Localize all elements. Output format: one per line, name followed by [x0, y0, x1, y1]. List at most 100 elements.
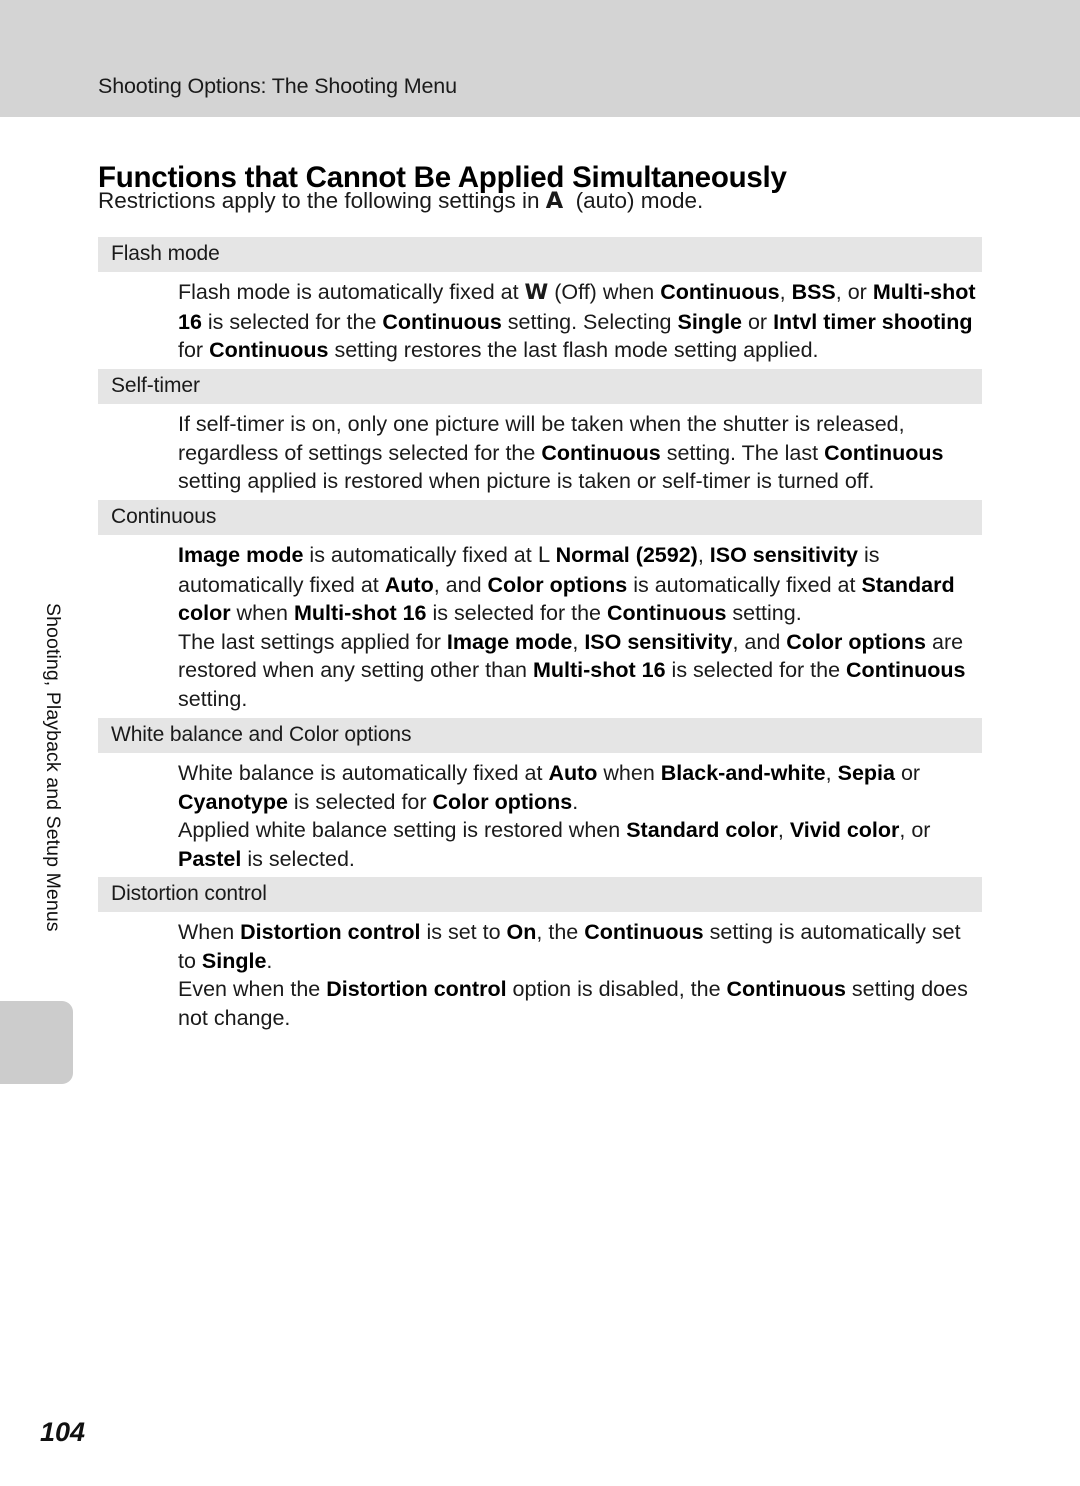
section-paragraph: Even when the Distortion control option … [178, 975, 982, 1032]
section-title-band: Self-timer [98, 369, 982, 404]
body-text: Even when the [178, 977, 326, 1001]
restriction-section: ContinuousImage mode is automatically fi… [98, 500, 982, 714]
section-body: If self-timer is on, only one picture wi… [98, 404, 982, 496]
restriction-section: Flash mode Flash mode is automatically fi… [98, 237, 982, 365]
body-text: setting. The last [661, 441, 824, 465]
body-text: setting restores the last flash mode set… [329, 338, 819, 362]
emphasis-term: Cyanotype [178, 790, 288, 814]
body-text: setting applied is restored when picture… [178, 469, 874, 493]
emphasis-term: Sepia [838, 761, 895, 785]
body-text: is selected for the [427, 601, 607, 625]
emphasis-term: Continuous [824, 441, 943, 465]
running-header-band: Shooting Options: The Shooting Menu [0, 0, 1080, 117]
emphasis-term: Vivid color [790, 818, 900, 842]
restriction-section: White balance and Color options White bal… [98, 718, 982, 873]
section-body: Image mode is automatically fixed at L N… [98, 535, 982, 714]
emphasis-term: Image mode [447, 630, 572, 654]
body-text: Applied white balance setting is restore… [178, 818, 626, 842]
emphasis-term: Continuous [541, 441, 660, 465]
restriction-section: Self-timer If self-timer is on, only one … [98, 369, 982, 496]
section-paragraph: White balance is automatically fixed at … [178, 759, 982, 816]
body-text: , or [899, 818, 930, 842]
body-text: is selected for [288, 790, 433, 814]
body-text: for [178, 338, 209, 362]
body-text: Flash mode is automatically fixed at [178, 280, 525, 304]
emphasis-term: On [507, 920, 537, 944]
body-text: is automatically fixed at [627, 573, 861, 597]
body-text: . [572, 790, 578, 814]
chapter-sidebar-label: Shooting, Playback and Setup Menus [30, 603, 64, 963]
body-text: , and [434, 573, 488, 597]
body-text: setting. [178, 687, 247, 711]
page-number: 104 [40, 1417, 85, 1448]
section-paragraph: When Distortion control is set to On, th… [178, 918, 982, 975]
emphasis-term: Color options [786, 630, 926, 654]
emphasis-term: BSS [792, 280, 836, 304]
section-title-band: Continuous [98, 500, 982, 535]
section-paragraph: If self-timer is on, only one picture wi… [178, 410, 982, 496]
intro-text-after: (auto) mode. [576, 188, 704, 213]
setting-symbol-icon: W [525, 280, 549, 305]
section-paragraph: Flash mode is automatically fixed at W (… [178, 278, 982, 365]
body-text: , the [536, 920, 584, 944]
emphasis-term: Continuous [584, 920, 703, 944]
setting-symbol-icon: L [538, 543, 550, 568]
section-body: Flash mode is automatically fixed at W (… [98, 272, 982, 365]
body-text: , [780, 280, 792, 304]
emphasis-term: Continuous [727, 977, 846, 1001]
emphasis-term: Distortion control [240, 920, 420, 944]
emphasis-term: Pastel [178, 847, 241, 871]
body-text: , [778, 818, 790, 842]
body-text: setting. Selecting [502, 310, 678, 334]
section-body: When Distortion control is set to On, th… [98, 912, 982, 1032]
emphasis-term: Continuous [382, 310, 501, 334]
body-text: when [231, 601, 294, 625]
section-title-band: Flash mode [98, 237, 982, 272]
chapter-thumb-tab [0, 1001, 73, 1084]
emphasis-term: ISO sensitivity [584, 630, 732, 654]
emphasis-term: Black-and-white [661, 761, 826, 785]
body-text: is selected for the [202, 310, 382, 334]
emphasis-term: Continuous [607, 601, 726, 625]
body-text: setting. [726, 601, 801, 625]
emphasis-term: Multi-shot 16 [294, 601, 427, 625]
emphasis-term: Image mode [178, 543, 303, 567]
emphasis-term: Single [677, 310, 742, 334]
emphasis-term: Color options [488, 573, 628, 597]
body-text: The last settings applied for [178, 630, 447, 654]
section-title-band: White balance and Color options [98, 718, 982, 753]
body-text: or [895, 761, 920, 785]
body-text: is set to [421, 920, 507, 944]
body-text: , [572, 630, 584, 654]
section-paragraph: Applied white balance setting is restore… [178, 816, 982, 873]
section-paragraph: The last settings applied for Image mode… [178, 628, 982, 714]
body-text: or [742, 310, 773, 334]
body-text: , [826, 761, 838, 785]
emphasis-term: Continuous [660, 280, 779, 304]
emphasis-term: ISO sensitivity [710, 543, 858, 567]
body-text: is selected. [241, 847, 355, 871]
page-intro-text: Restrictions apply to the following sett… [98, 188, 703, 214]
emphasis-term: Standard color [626, 818, 778, 842]
body-text: is selected for the [666, 658, 846, 682]
body-text: When [178, 920, 240, 944]
section-paragraph: Image mode is automatically fixed at L N… [178, 541, 982, 628]
section-body: White balance is automatically fixed at … [98, 753, 982, 873]
body-text: (Off) when [548, 280, 660, 304]
body-text: , and [732, 630, 786, 654]
section-title-band: Distortion control [98, 877, 982, 912]
body-text: when [597, 761, 660, 785]
body-text: is automatically fixed at [303, 543, 537, 567]
body-text: , [698, 543, 710, 567]
emphasis-term: Continuous [846, 658, 965, 682]
body-text: White balance is automatically fixed at [178, 761, 548, 785]
body-text: option is disabled, the [507, 977, 727, 1001]
auto-mode-icon: A [546, 188, 563, 214]
body-text: . [266, 949, 272, 973]
body-text: , or [836, 280, 873, 304]
emphasis-term: Distortion control [326, 977, 506, 1001]
emphasis-term: Auto [548, 761, 597, 785]
emphasis-term: Multi-shot 16 [533, 658, 666, 682]
emphasis-term: Continuous [209, 338, 328, 362]
emphasis-term: Intvl timer shooting [773, 310, 972, 334]
